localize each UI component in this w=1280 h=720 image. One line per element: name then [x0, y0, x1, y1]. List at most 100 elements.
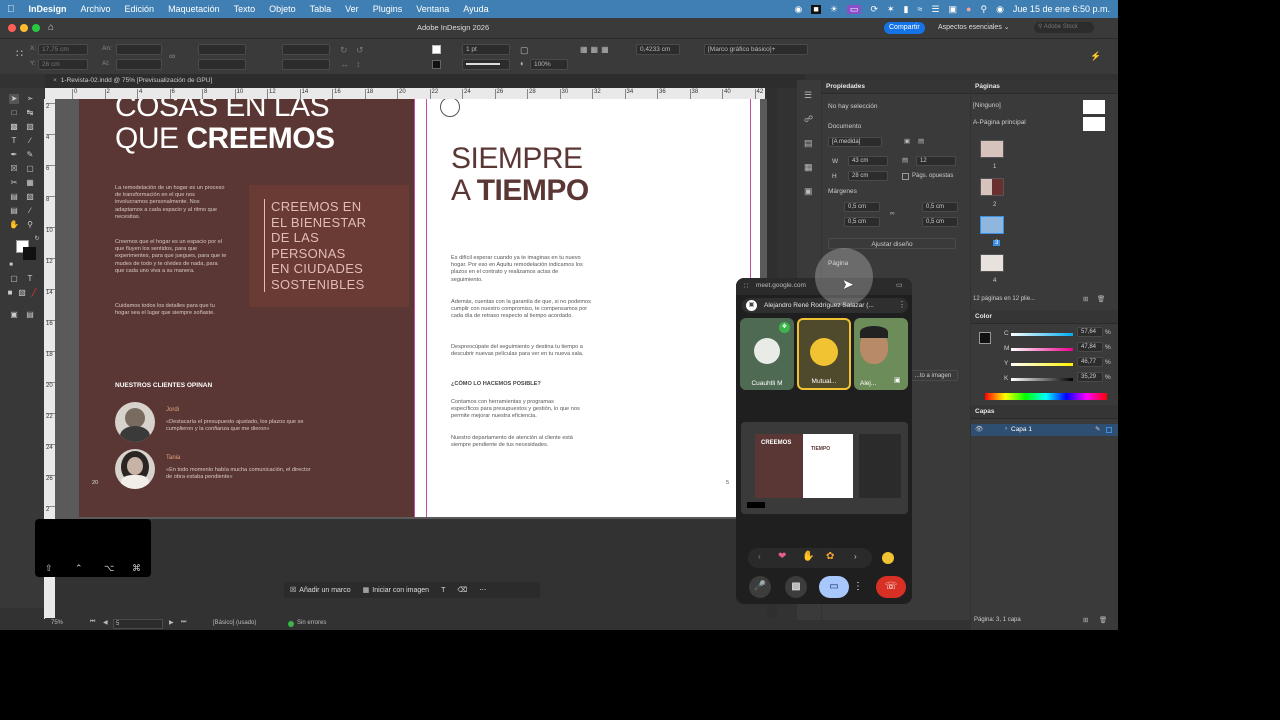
width-field[interactable] — [116, 44, 162, 55]
presenter-more-icon[interactable]: ⋮ — [898, 300, 906, 309]
constrain-proportions-icon[interactable]: ∞ — [169, 51, 175, 61]
siri-icon[interactable]: ◉ — [996, 4, 1004, 14]
wifi-icon[interactable]: ≈ — [917, 4, 922, 14]
doc-pages-field[interactable]: 12 — [916, 156, 956, 166]
menubar-datetime[interactable]: Jue 15 de ene 6:50 p.m. — [1013, 4, 1110, 14]
home-icon[interactable]: ⌂ — [48, 22, 54, 33]
margin-bottom-field[interactable]: 0,5 cm — [844, 217, 880, 227]
skin-tone-icon[interactable] — [882, 552, 894, 564]
accessibility-icon[interactable]: ☀ — [830, 4, 838, 14]
apply-color-icon[interactable]: ■ — [5, 288, 15, 298]
stroke-type-field[interactable] — [462, 59, 510, 70]
share-button[interactable]: Compartir — [884, 22, 925, 34]
k-slider[interactable] — [1011, 378, 1073, 381]
frame-fit-icon[interactable]: ▢ — [520, 45, 529, 56]
orientation-icon[interactable]: ▤ — [918, 137, 924, 145]
preflight-status[interactable]: Sin errores — [297, 620, 326, 626]
fill-swatch[interactable] — [432, 45, 441, 54]
pages-a-master[interactable]: A-Página principal — [973, 119, 1026, 126]
leave-call-button[interactable]: ☏ — [876, 576, 906, 598]
page-thumb-3[interactable] — [980, 216, 1004, 234]
lightning-icon[interactable]: ⚡ — [1090, 51, 1101, 62]
start-with-image-button[interactable]: ▦ Iniciar con imagen — [357, 586, 435, 595]
right-page[interactable]: SIEMPRE A TIEMPO Es difícil esperar cuan… — [415, 99, 760, 517]
height-field[interactable] — [116, 59, 162, 70]
party-reaction-icon[interactable]: ✿ — [826, 551, 834, 562]
eyedropper-tool-icon[interactable]: ∕ — [25, 206, 35, 216]
layer-expand-icon[interactable]: › — [1005, 425, 1007, 432]
margin-left-field[interactable]: 0,5 cm — [922, 202, 958, 212]
menu-objeto[interactable]: Objeto — [262, 4, 303, 14]
delete-icon[interactable]: ⌫ — [451, 586, 473, 594]
menu-texto[interactable]: Texto — [227, 4, 263, 14]
cc-libraries-icon[interactable]: ▣ — [804, 186, 813, 197]
stock-search-field[interactable]: ⚲ Adobe Stock — [1034, 22, 1094, 33]
margin-link-icon[interactable]: ∞ — [890, 210, 895, 217]
delete-page-icon[interactable]: 🗑 — [1097, 295, 1105, 303]
new-layer-icon[interactable]: ⊞ — [1083, 616, 1088, 624]
left-page[interactable]: COSAS EN LAS QUE CREEMOS La remodelación… — [79, 99, 415, 517]
user-avatar-icon[interactable]: ● — [966, 4, 971, 14]
participant-tile-3[interactable]: Alej... ▣ — [854, 318, 908, 390]
gap-tool-icon[interactable]: ↹ — [25, 108, 35, 118]
sync-icon[interactable]: ⟳ — [870, 4, 878, 14]
swatches-panel-icon[interactable]: ▦ — [804, 162, 813, 173]
menu-archivo[interactable]: Archivo — [74, 4, 118, 14]
stroke-panel-icon[interactable]: ▤ — [804, 138, 813, 149]
apply-gradient-icon[interactable]: ▧ — [17, 288, 27, 298]
screen-mode-icon[interactable]: ▣ — [9, 310, 19, 320]
screen-share-preview[interactable]: CREEMOS TIEMPO — [741, 422, 908, 514]
gradient-feather-tool-icon[interactable]: ▧ — [25, 192, 35, 202]
creative-cloud-icon[interactable]: ◉ — [795, 4, 803, 14]
y-position-field[interactable]: 26 cm — [38, 59, 88, 70]
c-field[interactable]: 57,64 — [1077, 327, 1103, 337]
stroke-swatch[interactable] — [432, 60, 441, 69]
apply-none-icon[interactable]: ╱ — [29, 288, 39, 298]
scale-x-field[interactable] — [198, 44, 246, 55]
scissors-tool-icon[interactable]: ✂ — [9, 178, 19, 188]
document-preset-select[interactable]: [A medida] — [828, 137, 882, 147]
layer-visibility-icon[interactable]: 👁 — [975, 425, 983, 433]
align-icons[interactable]: ▦▦▦ — [580, 45, 612, 54]
next-page-icon[interactable]: ▶ — [169, 619, 174, 626]
heart-reaction-icon[interactable]: ❤ — [778, 551, 786, 562]
formatting-text-icon[interactable]: T — [25, 274, 35, 284]
type-tool-icon[interactable]: T — [9, 136, 19, 146]
rotate-cw-icon[interactable]: ↻ — [340, 45, 348, 56]
rectangle-frame-tool-icon[interactable]: ☒ — [9, 164, 19, 174]
k-field[interactable]: 35,29 — [1077, 372, 1103, 382]
style-field[interactable]: [Básico] (usado) — [213, 620, 256, 626]
first-page-icon[interactable]: ⏮ — [90, 619, 95, 626]
meet-more-options-button[interactable]: ⋮ — [853, 576, 863, 598]
document-tab[interactable]: × 1-Revista-02.indd @ 75% [Previsualizaci… — [45, 74, 805, 88]
menu-plugins[interactable]: Plugins — [366, 4, 410, 14]
content-collector-icon[interactable]: ▩ — [9, 122, 19, 132]
zoom-level-field[interactable]: 75% — [51, 620, 63, 626]
m-slider[interactable] — [1011, 348, 1073, 351]
microphone-button[interactable]: 🎤 — [749, 576, 771, 598]
page-thumb-1[interactable] — [980, 140, 1004, 158]
control-center-icon[interactable]: ☰ — [931, 4, 939, 14]
menu-edicion[interactable]: Edición — [118, 4, 162, 14]
pencil-tool-icon[interactable]: ✎ — [25, 150, 35, 160]
display-icon[interactable]: ▣ — [949, 4, 958, 14]
page-tool-icon[interactable]: □ — [9, 108, 19, 118]
margin-top-field[interactable]: 0,5 cm — [844, 202, 880, 212]
hand-tool-icon[interactable]: ✋ — [9, 220, 19, 230]
color-title[interactable]: Color — [971, 310, 1118, 324]
reference-point-icon[interactable]: ∷ — [16, 47, 23, 60]
y-field[interactable]: 46,77 — [1077, 357, 1103, 367]
adjust-to-image-button[interactable]: ...to a imagen — [908, 370, 958, 381]
shear-field[interactable] — [282, 59, 330, 70]
content-placer-icon[interactable]: ▨ — [25, 122, 35, 132]
add-frame-button[interactable]: ☒ Añadir un marco — [284, 586, 357, 595]
new-page-icon[interactable]: ⊞ — [1083, 295, 1088, 303]
free-transform-tool-icon[interactable]: ▦ — [25, 178, 35, 188]
pasteboard[interactable]: COSAS EN LAS QUE CREEMOS La remodelación… — [55, 99, 767, 519]
workspace-selector[interactable]: Aspectos esenciales ⌄ — [938, 23, 1010, 31]
flip-vertical-icon[interactable]: ↕ — [356, 59, 361, 69]
y-slider[interactable] — [1011, 363, 1073, 366]
color-spectrum-bar[interactable] — [985, 393, 1107, 400]
stroke-weight-field[interactable]: 1 pt — [462, 44, 510, 55]
page-number-field[interactable]: 5 — [113, 619, 163, 629]
